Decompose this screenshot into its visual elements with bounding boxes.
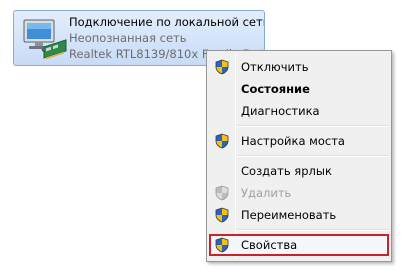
menu-item-status[interactable]: Состояние [209, 78, 389, 100]
menu-item-create-shortcut[interactable]: Создать ярлык [209, 160, 389, 182]
menu-item-disable[interactable]: Отключить [209, 56, 389, 78]
menu-item-diagnostics[interactable]: Диагностика [209, 100, 389, 122]
network-adapter-icon [20, 17, 70, 63]
menu-item-label: Удалить [241, 186, 292, 200]
context-menu: Отключить Состояние Диагностика Настройк… [206, 50, 392, 262]
uac-shield-icon [214, 133, 230, 149]
uac-shield-icon [214, 185, 230, 201]
menu-separator [237, 125, 389, 127]
menu-item-bridge-settings[interactable]: Настройка моста [209, 130, 389, 152]
uac-shield-icon [214, 59, 230, 75]
menu-item-label: Диагностика [241, 104, 320, 118]
uac-shield-icon [214, 237, 230, 253]
menu-item-label: Переименовать [241, 208, 337, 222]
menu-item-label: Настройка моста [241, 134, 345, 148]
menu-separator [237, 229, 389, 231]
connection-name: Подключение по локальной сети [69, 15, 265, 29]
uac-shield-icon [214, 207, 230, 223]
menu-item-label: Создать ярлык [241, 164, 332, 178]
menu-separator [237, 155, 389, 157]
menu-item-label: Состояние [241, 82, 310, 96]
menu-item-rename[interactable]: Переименовать [209, 204, 389, 226]
screen: Подключение по локальной сети Неопознанн… [0, 0, 406, 277]
menu-item-properties[interactable]: Свойства [209, 234, 389, 256]
menu-item-delete: Удалить [209, 182, 389, 204]
menu-item-label: Отключить [241, 60, 309, 74]
menu-item-label: Свойства [241, 238, 298, 252]
connection-status: Неопознанная сеть [69, 31, 187, 45]
